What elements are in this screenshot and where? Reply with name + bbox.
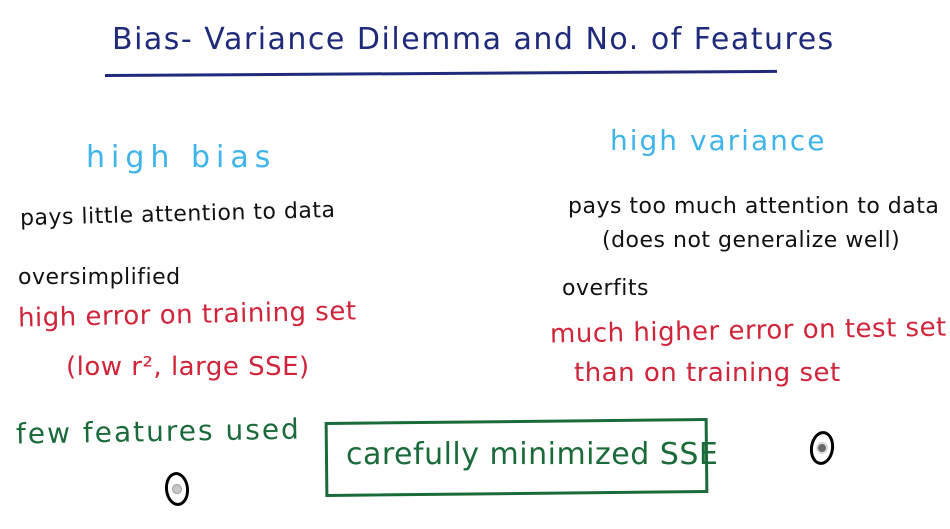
- high-variance-option-radio[interactable]: [807, 429, 837, 467]
- variance-test-error-note: much higher error on test set: [549, 312, 948, 350]
- minimized-sse-label: carefully minimized SSE: [346, 437, 719, 472]
- radio-selected-dot-icon: [817, 443, 827, 453]
- variance-attention-note: pays too much attention to data: [568, 194, 940, 219]
- bias-oversimplified-note: oversimplified: [18, 265, 181, 290]
- high-bias-heading: high bias: [86, 140, 277, 175]
- bias-attention-note: pays little attention to data: [19, 197, 336, 232]
- variance-training-note: than on training set: [574, 358, 841, 388]
- high-bias-option-radio[interactable]: [163, 470, 191, 508]
- radio-unselected-dot-icon: [171, 483, 183, 495]
- few-features-note: few features used: [15, 412, 302, 451]
- bias-training-error-note: high error on training set: [17, 296, 357, 334]
- high-variance-heading: high variance: [610, 124, 827, 157]
- slide-title: Bias- Variance Dilemma and No. of Featur…: [112, 22, 835, 57]
- variance-generalize-note: (does not generalize well): [602, 228, 901, 253]
- title-underline: [104, 69, 777, 77]
- variance-overfits-note: overfits: [562, 276, 650, 301]
- bias-metrics-note: (low r², large SSE): [66, 352, 310, 382]
